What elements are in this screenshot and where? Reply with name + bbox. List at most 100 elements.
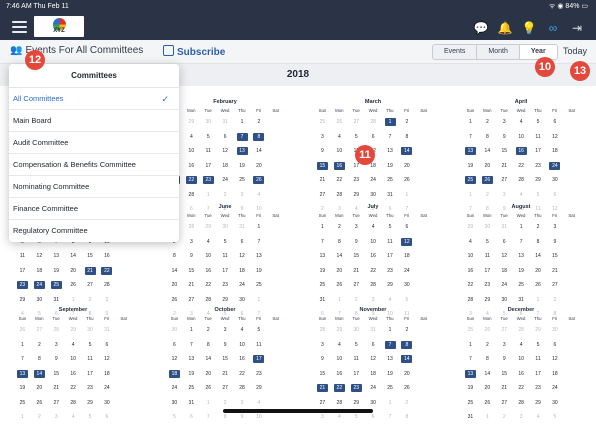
calendar-day[interactable]: 24	[234, 281, 251, 296]
event-day[interactable]: 8	[250, 132, 267, 148]
adjacent-month-day[interactable]: 30	[479, 223, 496, 238]
calendar-day[interactable]: 17	[217, 267, 234, 282]
calendar-day[interactable]: 10	[462, 252, 479, 267]
adjacent-month-day[interactable]: 29	[183, 118, 200, 133]
calendar-day[interactable]: 27	[546, 281, 563, 296]
calendar-day[interactable]: 17	[200, 162, 217, 177]
calendar-day[interactable]: 6	[546, 341, 563, 356]
calendar-day[interactable]: 5	[217, 238, 234, 253]
calendar-day[interactable]: 3	[496, 118, 513, 133]
company-logo[interactable]: XYZ	[34, 16, 84, 37]
calendar-day[interactable]: 11	[530, 133, 547, 148]
adjacent-month-day[interactable]: 5	[166, 413, 183, 428]
adjacent-month-day[interactable]: 1	[200, 191, 217, 206]
adjacent-month-day[interactable]: 3	[234, 191, 251, 206]
calendar-day[interactable]: 30	[546, 176, 563, 191]
adjacent-month-day[interactable]: 5	[82, 413, 99, 428]
calendar-day[interactable]: 20	[398, 370, 415, 385]
calendar-day[interactable]: 1	[462, 118, 479, 133]
calendar-day[interactable]: 4	[513, 341, 530, 356]
event-day[interactable]: 13	[462, 369, 479, 385]
calendar-day[interactable]: 3	[546, 223, 563, 238]
subscribe-button[interactable]: Subscribe	[163, 45, 225, 58]
adjacent-month-day[interactable]: 6	[365, 413, 382, 428]
calendar-day[interactable]: 18	[398, 252, 415, 267]
calendar-day[interactable]: 16	[65, 370, 82, 385]
calendar-day[interactable]: 11	[217, 252, 234, 267]
calendar-day[interactable]: 26	[200, 384, 217, 399]
adjacent-month-day[interactable]: 7	[200, 413, 217, 428]
calendar-day[interactable]: 22	[513, 384, 530, 399]
calendar-day[interactable]: 7	[250, 238, 267, 253]
adjacent-month-day[interactable]: 4	[513, 191, 530, 206]
calendar-day[interactable]: 19	[382, 162, 399, 177]
calendar-day[interactable]: 10	[365, 238, 382, 253]
calendar-day[interactable]: 18	[234, 267, 251, 282]
adjacent-month-day[interactable]: 6	[98, 413, 115, 428]
calendar-day[interactable]: 1	[14, 341, 31, 356]
calendar-day[interactable]: 19	[462, 162, 479, 177]
calendar-day[interactable]: 30	[98, 399, 115, 414]
calendar-day[interactable]: 26	[479, 399, 496, 414]
calendar-day[interactable]: 7	[513, 238, 530, 253]
calendar-day[interactable]: 9	[48, 355, 65, 370]
calendar-day[interactable]: 28	[65, 399, 82, 414]
calendar-day[interactable]: 24	[166, 384, 183, 399]
committee-option-regulatory[interactable]: Regulatory Committee	[9, 220, 179, 242]
calendar-day[interactable]: 17	[382, 252, 399, 267]
calendar-day[interactable]: 16	[365, 252, 382, 267]
adjacent-month-day[interactable]: 30	[348, 326, 365, 341]
calendar-day[interactable]: 27	[314, 191, 331, 206]
event-day[interactable]: 26	[250, 176, 267, 191]
calendar-day[interactable]: 16	[462, 267, 479, 282]
calendar-day[interactable]: 30	[365, 191, 382, 206]
calendar-day[interactable]: 7	[382, 133, 399, 148]
calendar-day[interactable]: 12	[234, 252, 251, 267]
calendar-day[interactable]: 10	[234, 341, 251, 356]
tab-year[interactable]: Year	[518, 45, 557, 59]
adjacent-month-day[interactable]: 2	[398, 399, 415, 414]
committee-option-audit[interactable]: Audit Committee	[9, 132, 179, 154]
calendar-day[interactable]: 1	[183, 326, 200, 341]
calendar-day[interactable]: 23	[530, 162, 547, 177]
calendar-day[interactable]: 9	[183, 252, 200, 267]
calendar-day[interactable]: 19	[382, 370, 399, 385]
calendar-day[interactable]: 9	[314, 355, 331, 370]
adjacent-month-day[interactable]: 28	[365, 118, 382, 133]
calendar-day[interactable]: 5	[250, 326, 267, 341]
month-name[interactable]: December	[462, 307, 580, 316]
calendar-day[interactable]: 15	[314, 370, 331, 385]
calendar-day[interactable]: 14	[479, 147, 496, 162]
adjacent-month-day[interactable]: 1	[382, 399, 399, 414]
calendar-day[interactable]: 11	[479, 252, 496, 267]
adjacent-month-day[interactable]: 5	[530, 191, 547, 206]
calendar-day[interactable]: 10	[513, 355, 530, 370]
calendar-day[interactable]: 11	[530, 355, 547, 370]
calendar-day[interactable]: 29	[82, 399, 99, 414]
calendar-day[interactable]: 2	[530, 223, 547, 238]
calendar-day[interactable]: 6	[496, 238, 513, 253]
calendar-day[interactable]: 14	[166, 267, 183, 282]
calendar-day[interactable]: 2	[398, 326, 415, 341]
adjacent-month-day[interactable]: 4	[530, 413, 547, 428]
month-name[interactable]: March	[314, 99, 432, 108]
chat-icon[interactable]: 💬	[470, 20, 492, 36]
event-day[interactable]: 16	[513, 147, 530, 162]
adjacent-month-day[interactable]: 5	[546, 413, 563, 428]
event-day[interactable]: 17	[250, 355, 267, 370]
calendar-day[interactable]: 2	[200, 326, 217, 341]
calendar-day[interactable]: 28	[98, 281, 115, 296]
calendar-day[interactable]: 18	[98, 370, 115, 385]
calendar-day[interactable]: 5	[348, 341, 365, 356]
calendar-day[interactable]: 21	[496, 384, 513, 399]
calendar-day[interactable]: 3	[48, 341, 65, 356]
calendar-day[interactable]: 19	[250, 267, 267, 282]
adjacent-month-day[interactable]: 28	[314, 326, 331, 341]
today-button[interactable]: Today	[563, 46, 587, 56]
adjacent-month-day[interactable]: 27	[496, 326, 513, 341]
calendar-day[interactable]: 27	[82, 281, 99, 296]
committee-option-main-board[interactable]: Main Board	[9, 110, 179, 132]
adjacent-month-day[interactable]: 1	[479, 413, 496, 428]
calendar-day[interactable]: 15	[217, 355, 234, 370]
calendar-day[interactable]: 9	[314, 147, 331, 162]
